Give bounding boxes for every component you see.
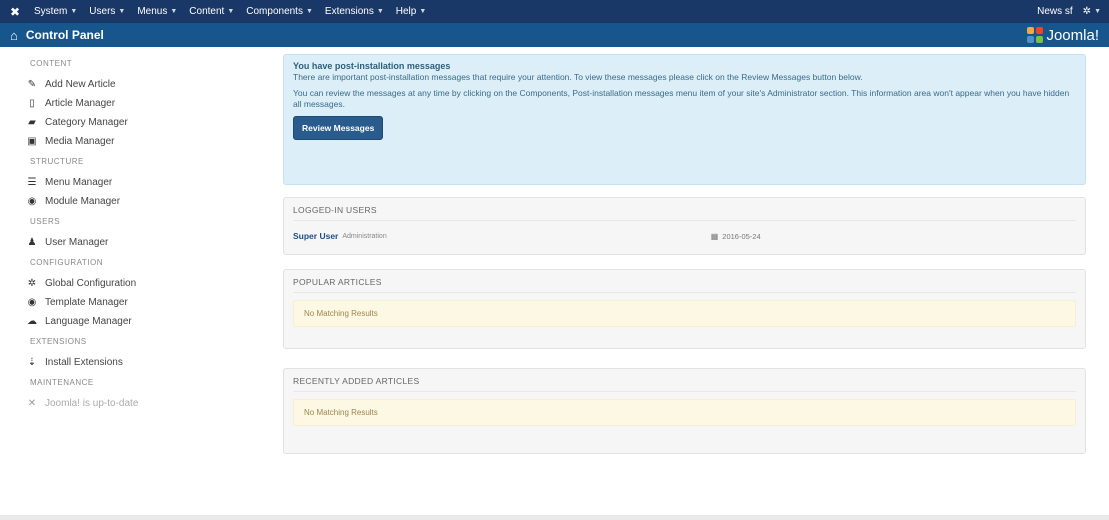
menu-menus[interactable]: Menus ▼ bbox=[137, 6, 177, 17]
popular-articles-title: POPULAR ARTICLES bbox=[293, 277, 1076, 293]
menu-system[interactable]: System ▼ bbox=[34, 6, 77, 17]
sidebar-heading-users: USERS bbox=[30, 217, 61, 226]
caret-down-icon: ▼ bbox=[118, 8, 126, 15]
caret-down-icon: ▼ bbox=[376, 8, 384, 15]
navbar-right: News sf ✲ ▼ bbox=[1037, 6, 1101, 17]
menu-content[interactable]: Content ▼ bbox=[189, 6, 234, 17]
popular-articles-empty: No Matching Results bbox=[293, 300, 1076, 327]
sidebar-heading-configuration: CONFIGURATION bbox=[30, 258, 104, 267]
user-role: Administration bbox=[342, 232, 387, 240]
cube-icon: ◉ bbox=[27, 196, 37, 207]
joomla-icon: ✕ bbox=[27, 398, 37, 409]
folder-icon: ▰ bbox=[28, 117, 36, 128]
menu-help[interactable]: Help ▼ bbox=[396, 6, 427, 17]
table-row: Super User Administration ▦ 2016-05-24 bbox=[293, 228, 1076, 245]
comment-icon: ☁ bbox=[27, 316, 37, 327]
caret-down-icon: ▼ bbox=[170, 8, 178, 15]
page-header: ⌂ Control Panel Joomla! bbox=[0, 23, 1109, 47]
list-icon: ☰ bbox=[27, 177, 37, 188]
logged-in-users-module: LOGGED-IN USERS Super User Administratio… bbox=[283, 197, 1086, 255]
home-icon: ⌂ bbox=[10, 27, 18, 43]
sidebar-item-user-manager[interactable]: ♟ User Manager bbox=[26, 233, 270, 252]
sidebar-heading-maintenance: MAINTENANCE bbox=[30, 378, 94, 387]
recent-articles-title: RECENTLY ADDED ARTICLES bbox=[293, 376, 1076, 392]
sidebar: CONTENT ✎ Add New Article ▯ Article Manage… bbox=[0, 47, 270, 413]
image-icon: ▣ bbox=[27, 136, 37, 147]
page-title: Control Panel bbox=[25, 28, 104, 42]
sidebar-item-media-manager[interactable]: ▣ Media Manager bbox=[26, 132, 270, 151]
caret-down-icon: ▼ bbox=[305, 8, 313, 15]
review-messages-button[interactable]: Review Messages bbox=[293, 116, 384, 140]
users-icon: ♟ bbox=[27, 237, 37, 248]
sidebar-item-add-new-article[interactable]: ✎ Add New Article bbox=[26, 75, 270, 94]
alert-title: You have post-installation messages bbox=[293, 61, 451, 71]
post-install-alert: You have post-installation messages Ther… bbox=[283, 54, 1086, 185]
sidebar-item-menu-manager[interactable]: ☰ Menu Manager bbox=[26, 173, 270, 192]
site-link[interactable]: News sf bbox=[1037, 6, 1073, 17]
top-navbar: ✖ System ▼ Users ▼ Menus ▼ Content ▼ Compone… bbox=[0, 0, 1109, 23]
caret-down-icon: ▼ bbox=[70, 8, 78, 15]
sidebar-heading-structure: STRUCTURE bbox=[30, 157, 84, 166]
download-icon: ⇣ bbox=[27, 357, 37, 368]
caret-down-icon: ▼ bbox=[227, 8, 235, 15]
sidebar-item-category-manager[interactable]: ▰ Category Manager bbox=[26, 113, 270, 132]
user-date: ▦ 2016-05-24 bbox=[710, 231, 761, 241]
popular-articles-module: POPULAR ARTICLES No Matching Results bbox=[283, 269, 1086, 349]
menu-extensions[interactable]: Extensions ▼ bbox=[325, 6, 384, 17]
sidebar-item-article-manager[interactable]: ▯ Article Manager bbox=[26, 94, 270, 113]
logged-in-users-title: LOGGED-IN USERS bbox=[293, 205, 1076, 221]
recent-articles-empty: No Matching Results bbox=[293, 399, 1076, 426]
sidebar-item-global-configuration[interactable]: ✲ Global Configuration bbox=[26, 274, 270, 293]
recent-articles-module: RECENTLY ADDED ARTICLES No Matching Resu… bbox=[283, 368, 1086, 454]
main-menu: System ▼ Users ▼ Menus ▼ Content ▼ Component… bbox=[34, 6, 426, 17]
user-name-link[interactable]: Super User bbox=[293, 231, 338, 241]
joomla-logo: Joomla! bbox=[1027, 27, 1099, 44]
caret-down-icon: ▼ bbox=[1094, 8, 1101, 15]
sidebar-heading-content: CONTENT bbox=[30, 59, 73, 68]
footer-bar bbox=[0, 515, 1109, 520]
menu-components[interactable]: Components ▼ bbox=[246, 6, 313, 17]
gear-icon: ✲ bbox=[1082, 6, 1092, 17]
main-content: You have post-installation messages Ther… bbox=[283, 54, 1086, 454]
cog-icon: ✲ bbox=[27, 278, 37, 289]
calendar-icon: ▦ bbox=[710, 231, 719, 241]
user-menu[interactable]: ✲ ▼ bbox=[1083, 6, 1101, 17]
sidebar-item-template-manager[interactable]: ◉ Template Manager bbox=[26, 293, 270, 312]
file-icon: ▯ bbox=[29, 98, 35, 109]
pencil-icon: ✎ bbox=[27, 79, 37, 90]
joomla-menu-icon[interactable]: ✖ bbox=[8, 5, 22, 19]
sidebar-item-install-extensions[interactable]: ⇣ Install Extensions bbox=[26, 353, 270, 372]
eye-icon: ◉ bbox=[27, 297, 37, 308]
alert-line-1: There are important post-installation me… bbox=[293, 72, 863, 82]
joomla-logo-icon bbox=[1027, 27, 1044, 43]
sidebar-item-language-manager[interactable]: ☁ Language Manager bbox=[26, 312, 270, 331]
sidebar-heading-extensions: EXTENSIONS bbox=[30, 337, 87, 346]
sidebar-item-module-manager[interactable]: ◉ Module Manager bbox=[26, 192, 270, 211]
sidebar-item-joomla-up-to-date[interactable]: ✕ Joomla! is up-to-date bbox=[26, 394, 270, 413]
caret-down-icon: ▼ bbox=[419, 8, 427, 15]
menu-users[interactable]: Users ▼ bbox=[89, 6, 125, 17]
alert-line-2: You can review the messages at any time … bbox=[293, 88, 1070, 109]
